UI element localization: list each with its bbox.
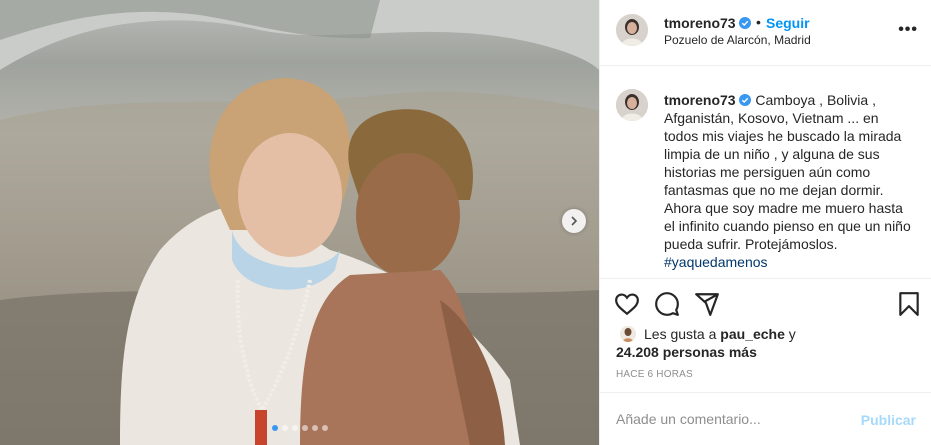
username-text[interactable]: tmoreno73	[664, 15, 736, 31]
carousel-dot	[311, 425, 318, 431]
avatar-image	[616, 14, 648, 46]
comments-section[interactable]: tmoreno73 Camboya , Bolivia , Afganistán…	[600, 67, 931, 278]
chevron-right-icon	[571, 216, 578, 226]
post-header: tmoreno73 • Seguir Pozuelo de Alarcón, M…	[600, 0, 931, 66]
carousel-indicator	[0, 425, 599, 431]
liker-avatar[interactable]	[620, 326, 636, 342]
carousel-dot	[301, 425, 308, 431]
carousel-dot	[281, 425, 288, 431]
comment-form: Publicar	[600, 392, 931, 445]
share-icon[interactable]	[694, 291, 720, 317]
hashtag-link[interactable]: #yaquedamenos	[664, 253, 914, 271]
verified-badge-icon	[739, 94, 752, 106]
post-timestamp[interactable]: HACE 6 HORAS	[616, 369, 693, 380]
avatar[interactable]	[616, 14, 648, 46]
carousel-dot	[291, 425, 298, 431]
separator-dot: •	[756, 14, 761, 30]
more-options-icon[interactable]: •••	[898, 22, 918, 38]
likes-count[interactable]: 24.208 personas más	[616, 344, 757, 360]
liker-username[interactable]: pau_eche	[720, 326, 785, 342]
likes-line: Les gusta a pau_eche y	[644, 326, 796, 342]
post-sidebar: tmoreno73 • Seguir Pozuelo de Alarcón, M…	[599, 0, 931, 445]
likes-suffix: y	[788, 326, 796, 342]
publish-button[interactable]: Publicar	[861, 412, 916, 428]
carousel-dot	[271, 425, 278, 431]
bookmark-icon[interactable]	[896, 291, 922, 317]
header-username[interactable]: tmoreno73	[664, 15, 752, 31]
verified-badge-icon	[739, 17, 752, 29]
caption-username[interactable]: tmoreno73	[664, 92, 736, 108]
comment-icon[interactable]	[654, 291, 680, 317]
heart-icon[interactable]	[614, 291, 640, 317]
caption-avatar[interactable]	[616, 89, 648, 121]
caption-text: Camboya , Bolivia , Afganistán, Kosovo, …	[664, 92, 911, 252]
carousel-dot	[321, 425, 328, 431]
location-link[interactable]: Pozuelo de Alarcón, Madrid	[664, 33, 811, 47]
post-caption: tmoreno73 Camboya , Bolivia , Afganistán…	[664, 91, 914, 271]
avatar-image	[620, 326, 636, 342]
likes-summary: Les gusta a pau_eche y 24.208 personas m…	[600, 320, 931, 364]
likes-prefix: Les gusta a	[644, 326, 717, 342]
carousel-next-button[interactable]	[562, 209, 586, 233]
avatar-image	[616, 89, 648, 121]
follow-button[interactable]: Seguir	[766, 15, 810, 31]
photo-image	[0, 0, 599, 445]
post-photo[interactable]	[0, 0, 599, 445]
comment-input[interactable]	[616, 407, 846, 431]
